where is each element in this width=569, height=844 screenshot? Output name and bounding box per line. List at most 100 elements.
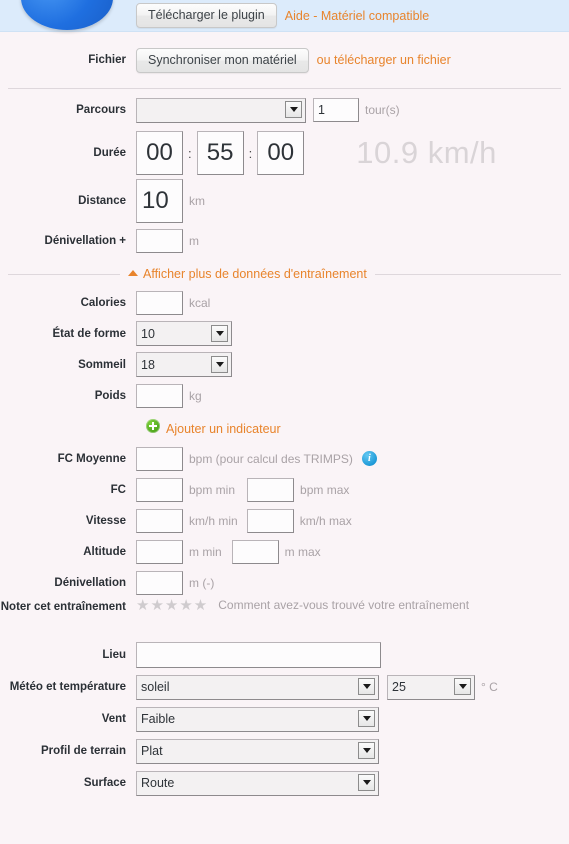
laps-input[interactable] <box>313 98 359 122</box>
plus-circle-icon <box>146 418 160 433</box>
fc-max-unit: bpm max <box>300 482 350 497</box>
denivellation-moins-unit: m (-) <box>189 575 215 590</box>
row-denivellation-moins: Dénivellation m (-) <box>0 567 569 598</box>
etat-de-forme-select[interactable]: 10 <box>136 321 232 346</box>
sommeil-select[interactable]: 18 <box>136 352 232 377</box>
parcours-label: Parcours <box>76 104 126 116</box>
denivellation-plus-label: Dénivellation + <box>44 235 126 247</box>
vitesse-label: Vitesse <box>85 514 126 527</box>
sommeil-select-wrap: 18 <box>136 352 232 377</box>
distance-input[interactable] <box>136 179 183 223</box>
row-surface: Surface Route <box>0 767 569 799</box>
parcours-select-wrap <box>136 97 306 123</box>
duration-hours-input[interactable] <box>136 131 183 175</box>
toggle-label: Afficher plus de données d'entraînement <box>143 267 367 281</box>
etat-de-forme-select-wrap: 10 <box>136 321 232 346</box>
profil-select[interactable]: Plat <box>136 738 379 764</box>
rating-hint: Comment avez-vous trouvé votre entraînem… <box>218 598 470 612</box>
fc-min-input[interactable] <box>136 477 183 502</box>
calories-label: Calories <box>80 296 126 309</box>
denivellation-moins-input[interactable] <box>136 570 183 595</box>
meteo-select-wrap: soleil <box>136 674 379 700</box>
temperature-select[interactable]: 25 <box>387 674 475 700</box>
noter-label: Noter cet entraînement <box>0 601 126 613</box>
poids-input[interactable] <box>136 383 183 408</box>
info-icon[interactable]: i <box>361 451 377 466</box>
row-parcours: Parcours tour(s) <box>0 95 569 125</box>
fc-label: FC <box>110 483 126 496</box>
vent-select[interactable]: Faible <box>136 706 379 732</box>
row-meteo: Météo et température soleil 25 ° C <box>0 671 569 703</box>
denivellation-moins-label: Dénivellation <box>54 576 126 589</box>
row-calories: Calories kcal <box>0 287 569 318</box>
distance-label: Distance <box>78 195 126 207</box>
row-add-indicator: Ajouter un indicateur <box>0 411 569 443</box>
altitude-max-input[interactable] <box>231 539 279 564</box>
row-fc: FC bpm min bpm max <box>0 474 569 505</box>
distance-unit: km <box>189 194 205 208</box>
fc-moyenne-label: FC Moyenne <box>57 452 126 465</box>
temperature-unit: ° C <box>481 680 498 694</box>
meteo-label: Météo et température <box>9 681 126 693</box>
file-row: Fichier Synchroniser mon matériel ou tél… <box>0 32 569 88</box>
fc-moyenne-input[interactable] <box>136 446 183 471</box>
row-altitude: Altitude m min m max <box>0 536 569 567</box>
toggle-rule-right <box>374 273 561 275</box>
profil-label: Profil de terrain <box>41 745 126 757</box>
denivellation-plus-input[interactable] <box>136 229 183 253</box>
training-form: Parcours tour(s) Durée : : 10.9 km/h Dis… <box>0 89 569 799</box>
row-distance: Distance km <box>0 177 569 225</box>
rating-stars[interactable]: ★★★★★ <box>136 598 208 613</box>
add-indicator-link[interactable]: Ajouter un indicateur <box>146 418 281 436</box>
vent-select-wrap: Faible <box>136 706 379 732</box>
meteo-select[interactable]: soleil <box>136 674 379 700</box>
surface-label: Surface <box>83 777 126 789</box>
calories-input[interactable] <box>136 290 183 315</box>
laps-unit: tour(s) <box>365 103 400 117</box>
vitesse-min-unit: km/h min <box>189 513 238 528</box>
surface-select[interactable]: Route <box>136 770 379 796</box>
lieu-label: Lieu <box>102 648 126 661</box>
row-poids: Poids kg <box>0 380 569 411</box>
sommeil-label: Sommeil <box>78 358 126 371</box>
surface-select-wrap: Route <box>136 770 379 796</box>
duration-separator-2: : <box>248 145 253 161</box>
poids-unit: kg <box>189 388 202 403</box>
row-noter: Noter cet entraînement ★★★★★ Comment ave… <box>0 598 569 638</box>
etat-de-forme-label: État de forme <box>52 327 127 340</box>
row-duree: Durée : : 10.9 km/h <box>0 129 569 177</box>
denivellation-plus-unit: m <box>189 234 199 248</box>
upload-file-link[interactable]: ou télécharger un fichier <box>317 53 451 67</box>
altitude-min-input[interactable] <box>136 539 183 564</box>
vitesse-min-input[interactable] <box>136 508 183 533</box>
altitude-label: Altitude <box>83 545 126 558</box>
download-plugin-button[interactable]: Télécharger le plugin <box>136 3 277 28</box>
row-lieu: Lieu <box>0 638 569 671</box>
row-profil: Profil de terrain Plat <box>0 735 569 767</box>
sync-device-button[interactable]: Synchroniser mon matériel <box>136 47 309 73</box>
toggle-rule-left <box>8 273 120 275</box>
altitude-min-unit: m min <box>189 544 222 559</box>
show-more-toggle-row: Afficher plus de données d'entraînement <box>0 267 569 281</box>
fc-moyenne-unit: bpm (pour calcul des TRIMPS) <box>189 451 353 466</box>
duration-minutes-input[interactable] <box>196 131 244 175</box>
vitesse-max-input[interactable] <box>246 508 294 533</box>
file-label: Fichier <box>88 54 126 66</box>
show-more-training-data-toggle[interactable]: Afficher plus de données d'entraînement <box>120 267 375 281</box>
temperature-select-wrap: 25 <box>387 674 475 700</box>
duree-label: Durée <box>93 147 126 159</box>
topbar-actions: Télécharger le plugin Aide - Matériel co… <box>136 3 429 28</box>
vent-label: Vent <box>101 713 126 725</box>
duration-seconds-input[interactable] <box>257 131 305 175</box>
parcours-select[interactable] <box>136 97 306 123</box>
duration-separator-1: : <box>188 145 192 161</box>
altitude-max-unit: m max <box>284 544 321 559</box>
row-denivellation-plus: Dénivellation + m <box>0 225 569 257</box>
lieu-input[interactable] <box>136 641 381 668</box>
fc-max-input[interactable] <box>247 477 295 502</box>
help-compatible-hardware-link[interactable]: Aide - Matériel compatible <box>285 9 430 23</box>
row-sommeil: Sommeil 18 <box>0 349 569 380</box>
profil-select-wrap: Plat <box>136 738 379 764</box>
add-indicator-label: Ajouter un indicateur <box>166 421 281 436</box>
row-vent: Vent Faible <box>0 703 569 735</box>
